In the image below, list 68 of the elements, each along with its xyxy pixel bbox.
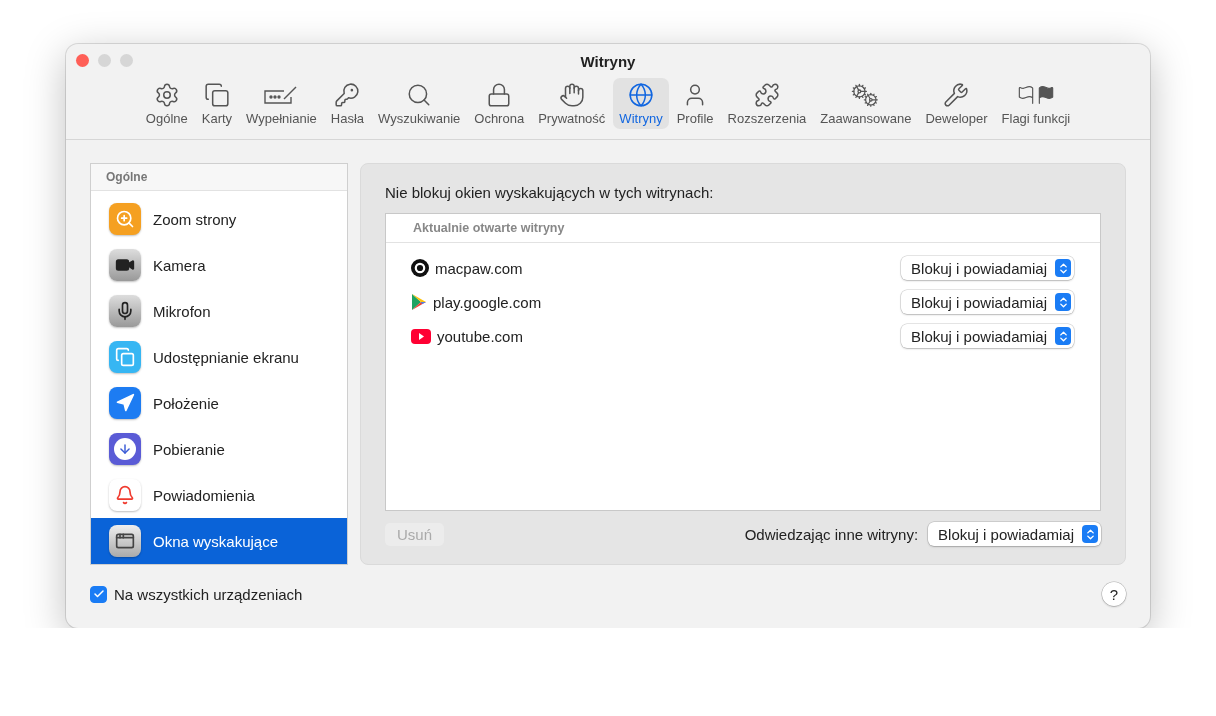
hand-icon: [558, 82, 585, 108]
panel-heading: Nie blokuj okien wyskakujących w tych witrynach:: [385, 184, 715, 201]
toolbar-tab[interactable]: Wyszukiwanie: [372, 78, 467, 129]
close-button[interactable]: [76, 54, 89, 67]
checkbox-label: Na wszystkich urządzeniach: [114, 585, 303, 603]
window-title: Witryny: [580, 52, 636, 70]
list-header: Aktualnie otwarte witryny: [386, 214, 1100, 243]
site-name: youtube.com: [437, 327, 523, 345]
sidebar-item[interactable]: Położenie: [91, 380, 347, 426]
sidebar-item[interactable]: Pobieranie: [91, 426, 347, 472]
toolbar-tab[interactable]: Profile: [670, 78, 720, 129]
popup-setting-dropdown[interactable]: Blokuj i powiadamiaj: [901, 324, 1074, 348]
popup-setting-dropdown[interactable]: Blokuj i powiadamiaj: [901, 256, 1074, 280]
settings-icon: [153, 82, 180, 108]
toolbar-tab[interactable]: Wypełnianie: [240, 78, 323, 129]
key-icon: [334, 82, 361, 108]
toolbar-tab[interactable]: Witryny: [613, 78, 669, 129]
sidebar-item-label: Pobieranie: [153, 440, 225, 458]
globe-icon: [628, 82, 655, 108]
toolbar-tab[interactable]: Prywatność: [532, 78, 612, 129]
video-play-icon: [411, 328, 431, 344]
sidebar-item-label: Udostępnianie ekranu: [153, 348, 299, 366]
screens-icon: [109, 341, 141, 373]
toolbar-tab[interactable]: Zaawansowane: [814, 78, 918, 129]
site-name: play.google.com: [433, 293, 542, 311]
sidebar-item-label: Położenie: [153, 394, 219, 412]
microphone-icon: [109, 295, 141, 327]
popup-setting-dropdown[interactable]: Blokuj i powiadamiaj: [901, 290, 1074, 314]
download-icon: [109, 433, 141, 465]
toolbar-tab[interactable]: Flagi funkcji: [995, 78, 1077, 129]
tools-icon: [943, 82, 970, 108]
stepper-icon: [1082, 525, 1098, 543]
tabs-icon: [203, 82, 230, 108]
site-name: macpaw.com: [435, 259, 523, 277]
sidebar-item-label: Powiadomienia: [153, 486, 255, 504]
sidebar-item-label: Kamera: [153, 256, 206, 274]
toolbar-tab[interactable]: Deweloper: [919, 78, 994, 129]
site-logo-icon: [411, 259, 429, 277]
sidebar-item[interactable]: Mikrofon: [91, 288, 347, 334]
sidebar-item[interactable]: Kamera: [91, 242, 347, 288]
sidebar-item-label: Mikrofon: [153, 302, 211, 320]
play-triangle-icon: [411, 293, 427, 311]
other-sites-dropdown[interactable]: Blokuj i powiadamiaj: [928, 522, 1101, 546]
sidebar-item-label: Okna wyskakujące: [153, 532, 279, 550]
stepper-icon: [1055, 327, 1071, 345]
other-sites-label: Odwiedzając inne witryny:: [744, 525, 919, 543]
toolbar-tab[interactable]: Hasła: [324, 78, 371, 129]
sidebar-item[interactable]: Udostępnianie ekranu: [91, 334, 347, 380]
puzzle-icon: [753, 82, 780, 108]
sidebar-header: Ogólne: [91, 164, 347, 191]
lock-icon: [486, 82, 513, 108]
stepper-icon: [1055, 293, 1071, 311]
toolbar-tab[interactable]: Ochrona: [468, 78, 531, 129]
checkbox[interactable]: [90, 585, 107, 603]
sidebar-item-label: Zoom strony: [153, 210, 237, 228]
sidebar-item[interactable]: Zoom strony: [91, 196, 347, 242]
windows-icon: [109, 525, 141, 557]
zoom-icon: [109, 203, 141, 235]
checkmark-icon: [92, 588, 105, 600]
sidebar-item[interactable]: Powiadomienia: [91, 472, 347, 518]
camera-icon: [109, 249, 141, 281]
stepper-icon: [1055, 259, 1071, 277]
toolbar-tab[interactable]: Rozszerzenia: [721, 78, 813, 129]
sidebar-item[interactable]: Okna wyskakujące: [91, 518, 347, 564]
toolbar-tab[interactable]: Ogólne: [139, 78, 194, 129]
toolbar-tab[interactable]: Karty: [195, 78, 239, 129]
bell-icon: [109, 479, 141, 511]
help-button[interactable]: ?: [1102, 582, 1126, 606]
